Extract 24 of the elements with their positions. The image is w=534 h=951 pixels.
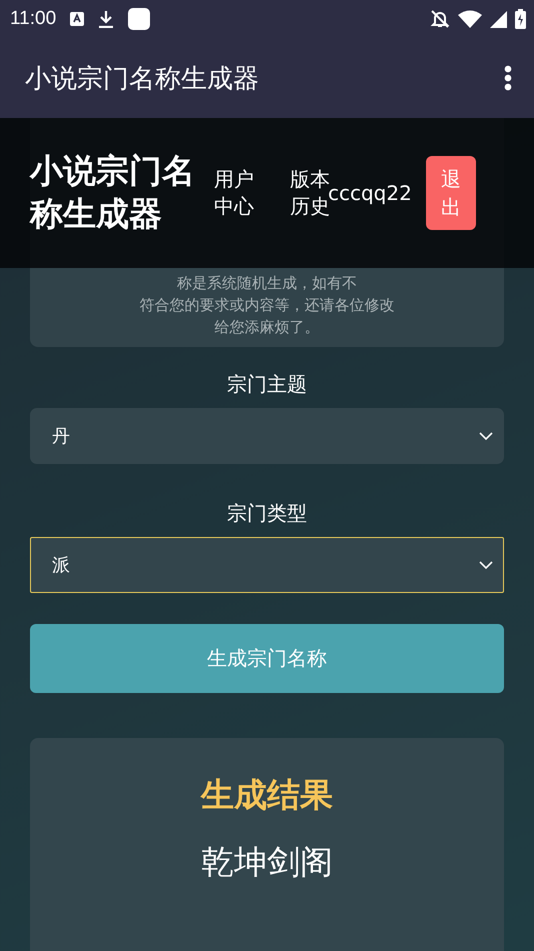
download-icon — [98, 10, 114, 28]
clock: 11:00 — [10, 8, 56, 30]
generated-name: 乾坤剑阁 — [201, 841, 333, 883]
notice-text: 给您添麻烦了。 — [214, 318, 320, 337]
field-label: 宗门类型 — [226, 500, 308, 527]
square-icon — [128, 8, 150, 30]
notice-text: 称是系统随机生成，如有不 — [176, 274, 358, 293]
wifi-icon — [458, 10, 482, 28]
select-field[interactable]: 派 — [30, 537, 504, 593]
chevron-down-icon — [479, 432, 493, 440]
brand-title: 小说宗门名称生成器 — [30, 150, 196, 235]
notice-text: 符合您的要求或内容等，还请各位修改 — [138, 296, 396, 315]
bell-off-icon — [430, 9, 450, 29]
result-title: 生成结果 — [201, 774, 333, 816]
chevron-down-icon — [479, 560, 493, 570]
signal-icon — [490, 10, 507, 28]
select-field[interactable]: 丹 — [30, 408, 504, 464]
username: cccqq22 — [328, 181, 412, 205]
battery-icon — [515, 9, 526, 29]
field-label: 宗门主题 — [226, 371, 308, 398]
font-icon — [70, 12, 84, 26]
more-options-icon[interactable] — [504, 65, 512, 91]
nav-link[interactable]: 用户中心 — [214, 166, 258, 220]
app-title: 小说宗门名称生成器 — [25, 62, 260, 96]
